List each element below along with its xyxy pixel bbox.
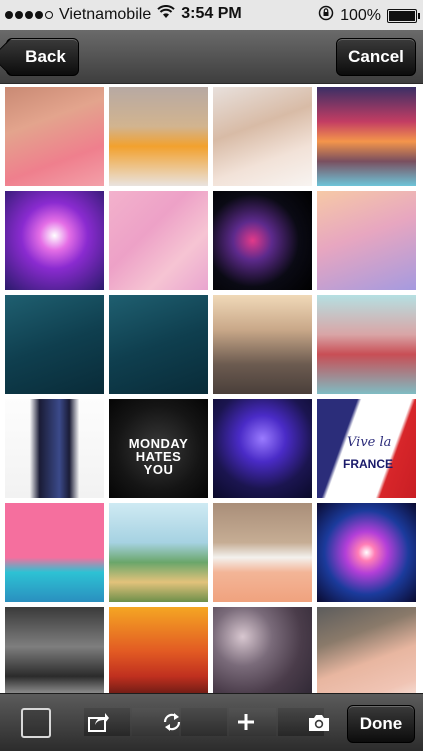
- photo-thumbnail[interactable]: [317, 191, 416, 290]
- toolbar-icons: [84, 707, 334, 737]
- photo-thumbnail[interactable]: [109, 191, 208, 290]
- camera-icon[interactable]: [304, 707, 334, 737]
- photo-thumbnail[interactable]: [213, 295, 312, 394]
- photo-thumbnail[interactable]: [213, 503, 312, 602]
- photo-thumbnail[interactable]: [213, 87, 312, 186]
- photo-caption-text: MONDAY HATES YOU: [128, 436, 189, 477]
- share-icon[interactable]: [84, 707, 114, 737]
- back-button-label: Back: [25, 47, 66, 66]
- photo-thumbnail[interactable]: [5, 399, 104, 498]
- photo-thumbnail[interactable]: [317, 87, 416, 186]
- select-all-checkbox-icon[interactable]: [21, 708, 51, 738]
- photo-caption-text: Vive la: [347, 435, 392, 450]
- photo-thumbnail[interactable]: [317, 295, 416, 394]
- rotate-icon[interactable]: [157, 707, 187, 737]
- plus-icon[interactable]: [231, 707, 261, 737]
- photo-thumbnail[interactable]: [213, 399, 312, 498]
- cancel-button[interactable]: Cancel: [336, 38, 416, 76]
- back-arrow-icon: [0, 38, 29, 76]
- done-button[interactable]: Done: [347, 705, 415, 743]
- photo-grid: MONDAY HATES YOU Vive la FRANCE: [0, 84, 423, 693]
- back-button[interactable]: Back: [0, 38, 79, 76]
- photo-thumbnail[interactable]: Vive la FRANCE: [317, 399, 416, 498]
- status-bar: Vietnamobile 3:54 PM 100%: [0, 0, 423, 30]
- photo-thumbnail[interactable]: [109, 87, 208, 186]
- photo-thumbnail[interactable]: [213, 191, 312, 290]
- photo-thumbnail[interactable]: [109, 607, 208, 693]
- photo-thumbnail[interactable]: [5, 295, 104, 394]
- photo-thumbnail[interactable]: [5, 607, 104, 693]
- photo-thumbnail[interactable]: [109, 503, 208, 602]
- battery-full-icon: [387, 8, 420, 23]
- navigation-bar: Back Cancel: [0, 30, 423, 84]
- rotation-lock-icon: [318, 5, 334, 26]
- photo-thumbnail[interactable]: [5, 503, 104, 602]
- photo-thumbnail[interactable]: MONDAY HATES YOU: [109, 399, 208, 498]
- battery-percent: 100%: [340, 6, 381, 24]
- photo-thumbnail[interactable]: [109, 295, 208, 394]
- photo-thumbnail[interactable]: [5, 87, 104, 186]
- photo-thumbnail[interactable]: [317, 607, 416, 693]
- photo-overlay: [5, 399, 104, 498]
- bottom-toolbar: Done: [0, 693, 423, 751]
- photo-thumbnail[interactable]: [213, 607, 312, 693]
- status-right: 100%: [318, 5, 420, 26]
- photo-thumbnail[interactable]: [317, 503, 416, 602]
- photo-thumbnail[interactable]: [5, 191, 104, 290]
- photo-caption-text: FRANCE: [343, 457, 393, 471]
